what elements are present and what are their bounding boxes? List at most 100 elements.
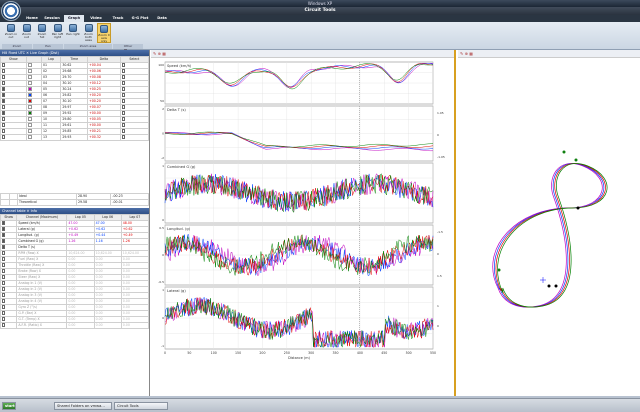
lap-show-checkbox[interactable]	[2, 105, 6, 109]
channel-row[interactable]: RPM (Raw) X 10,624.00 10,624.00 10,624.00	[0, 250, 150, 257]
channel-row[interactable]: Gyro Z (°/s) 0.00 0.00 0.00	[0, 304, 150, 311]
lap-select-checkbox[interactable]	[121, 99, 125, 103]
channel-row[interactable]: Longitud. (g) +0.49 +0.44 +0.49	[0, 232, 150, 239]
lap-select-checkbox[interactable]	[121, 135, 125, 139]
y-tick-label: 2	[162, 107, 164, 111]
lap-select-checkbox[interactable]	[121, 75, 125, 79]
options-icon[interactable]: ▦	[162, 51, 166, 56]
channel-show-checkbox[interactable]	[2, 311, 6, 315]
pin-icon[interactable]: ⊕	[158, 51, 161, 56]
lap-show-checkbox[interactable]	[2, 81, 6, 85]
y-tick-label-right: -1.5	[437, 230, 443, 234]
channel-row[interactable]: Lateral (g) +0.62 +0.62 +0.62	[0, 226, 150, 233]
taskbar-item-shared-folders[interactable]: Shared Folders on vmwa...	[54, 402, 112, 410]
lap-select-checkbox[interactable]	[121, 69, 125, 73]
channel-row[interactable]: Throttle (Raw) X 0.00 0.00 0.00	[0, 262, 150, 269]
lap-select-checkbox[interactable]	[121, 129, 125, 133]
channel-row[interactable]: Speed (km/h) 47.00 47.00 48.00	[0, 220, 150, 227]
channel-show-checkbox[interactable]	[2, 269, 6, 273]
ribbon-button-4[interactable]: Pan right	[66, 23, 80, 43]
lap-show-checkbox[interactable]	[2, 123, 6, 127]
lap-row[interactable]: 13 29.93 +00.32	[0, 134, 150, 141]
track-marker[interactable]	[574, 158, 578, 162]
lap-show-checkbox[interactable]	[2, 99, 6, 103]
channel-show-checkbox[interactable]	[2, 251, 6, 255]
track-marker[interactable]	[554, 284, 558, 288]
channel-row[interactable]: Steer (Raw) X 0.00 0.00 0.00	[0, 274, 150, 281]
channel-row[interactable]: Combined G (g) 1.26 1.16 1.26	[0, 238, 150, 245]
tab-session[interactable]: Session	[42, 15, 62, 22]
channel-row[interactable]: A.F.R. (Ratio) X 0.00 0.00 0.00	[0, 322, 150, 329]
tab-track[interactable]: Track	[108, 15, 128, 22]
track-marker[interactable]	[547, 284, 551, 288]
graph-panel-title: Lateral (g)	[167, 289, 186, 293]
y-tick-label-right: 0	[437, 133, 439, 137]
ribbon-button-2[interactable]: Zoom full	[35, 23, 49, 43]
lap-select-checkbox[interactable]	[121, 63, 125, 67]
app-menu-button[interactable]	[1, 1, 21, 21]
channel-show-checkbox[interactable]	[2, 245, 6, 249]
ribbon-button-1[interactable]: Zoom out	[20, 23, 34, 43]
lap-select-checkbox[interactable]	[121, 111, 125, 115]
tool-icon[interactable]: ✎	[153, 51, 156, 56]
lap-show-checkbox[interactable]	[2, 129, 6, 133]
ribbon-button-0[interactable]: Zoom in out	[4, 23, 18, 43]
zoom-icon[interactable]: ⊕	[465, 51, 468, 56]
channel-row[interactable]: Analog In 2 (V) 0.00 0.00 0.00	[0, 286, 150, 293]
ribbon-button-3[interactable]: Pan left right	[51, 23, 65, 43]
graph-svg[interactable]: Speed (km/h)10050Delta T (s)20-2Combined…	[151, 58, 456, 396]
options-icon[interactable]: ▦	[469, 51, 473, 56]
channel-row[interactable]: G.T. (Temp) X 0.00 0.00 0.00	[0, 316, 150, 323]
taskbar-item-circuit-tools[interactable]: Circuit Tools	[114, 402, 168, 410]
lap-show-checkbox[interactable]	[2, 87, 6, 91]
lap-select-checkbox[interactable]	[121, 105, 125, 109]
channel-show-checkbox[interactable]	[2, 305, 6, 309]
channel-row[interactable]: Analog In 3 (V) 0.00 0.00 0.00	[0, 292, 150, 299]
start-button[interactable]: start	[2, 402, 16, 410]
lap-show-checkbox[interactable]	[2, 75, 6, 79]
lap-show-checkbox[interactable]	[2, 69, 6, 73]
channel-row[interactable]: G.P. (Bar) X 0.00 0.00 0.00	[0, 310, 150, 317]
lap-select-checkbox[interactable]	[121, 87, 125, 91]
track-marker[interactable]	[562, 150, 566, 154]
channel-row[interactable]: Analog In 1 (V) 0.00 0.00 0.00	[0, 280, 150, 287]
channel-show-checkbox[interactable]	[2, 257, 6, 261]
channel-show-checkbox[interactable]	[2, 287, 6, 291]
tab-home[interactable]: Home	[22, 15, 42, 22]
channel-row[interactable]: Fuel (Raw) X 0.00 0.00 0.00	[0, 256, 150, 263]
lap-show-checkbox[interactable]	[2, 93, 6, 97]
channel-show-checkbox[interactable]	[2, 299, 6, 303]
lap-show-checkbox[interactable]	[2, 117, 6, 121]
lap-show-checkbox[interactable]	[2, 63, 6, 67]
channel-show-checkbox[interactable]	[2, 275, 6, 279]
channel-row[interactable]: Analog In 4 (V) 0.00 0.00 0.00	[0, 298, 150, 305]
channel-show-checkbox[interactable]	[2, 221, 6, 225]
lap-select-checkbox[interactable]	[121, 117, 125, 121]
tab-video[interactable]: Video	[86, 15, 106, 22]
ribbon-button-6[interactable]: Zoom X axis only	[97, 23, 111, 43]
channel-show-checkbox[interactable]	[2, 227, 6, 231]
zoom-icon	[84, 24, 93, 32]
track-marker[interactable]	[576, 206, 580, 210]
channel-show-checkbox[interactable]	[2, 317, 6, 321]
tab-ggplot[interactable]: G-G Plot	[130, 15, 150, 22]
lap-time: 29.93	[60, 134, 89, 141]
channel-show-checkbox[interactable]	[2, 239, 6, 243]
ribbon-button-5[interactable]: Zoom both axes	[82, 23, 96, 43]
tool-icon[interactable]: ✎	[460, 51, 463, 56]
track-marker[interactable]	[497, 268, 501, 272]
channel-show-checkbox[interactable]	[2, 233, 6, 237]
channel-show-checkbox[interactable]	[2, 323, 6, 327]
lap-show-checkbox[interactable]	[2, 135, 6, 139]
channel-show-checkbox[interactable]	[2, 293, 6, 297]
tab-data[interactable]: Data	[152, 15, 172, 22]
lap-select-checkbox[interactable]	[121, 123, 125, 127]
track-map[interactable]	[458, 58, 640, 396]
channel-show-checkbox[interactable]	[2, 281, 6, 285]
lap-select-checkbox[interactable]	[121, 93, 125, 97]
channel-show-checkbox[interactable]	[2, 263, 6, 267]
lap-show-checkbox[interactable]	[2, 111, 6, 115]
lap-select-checkbox[interactable]	[121, 81, 125, 85]
tab-graph[interactable]: Graph	[64, 15, 84, 22]
channel-row[interactable]: Brake (Raw) X 0.00 0.00 0.00	[0, 268, 150, 275]
